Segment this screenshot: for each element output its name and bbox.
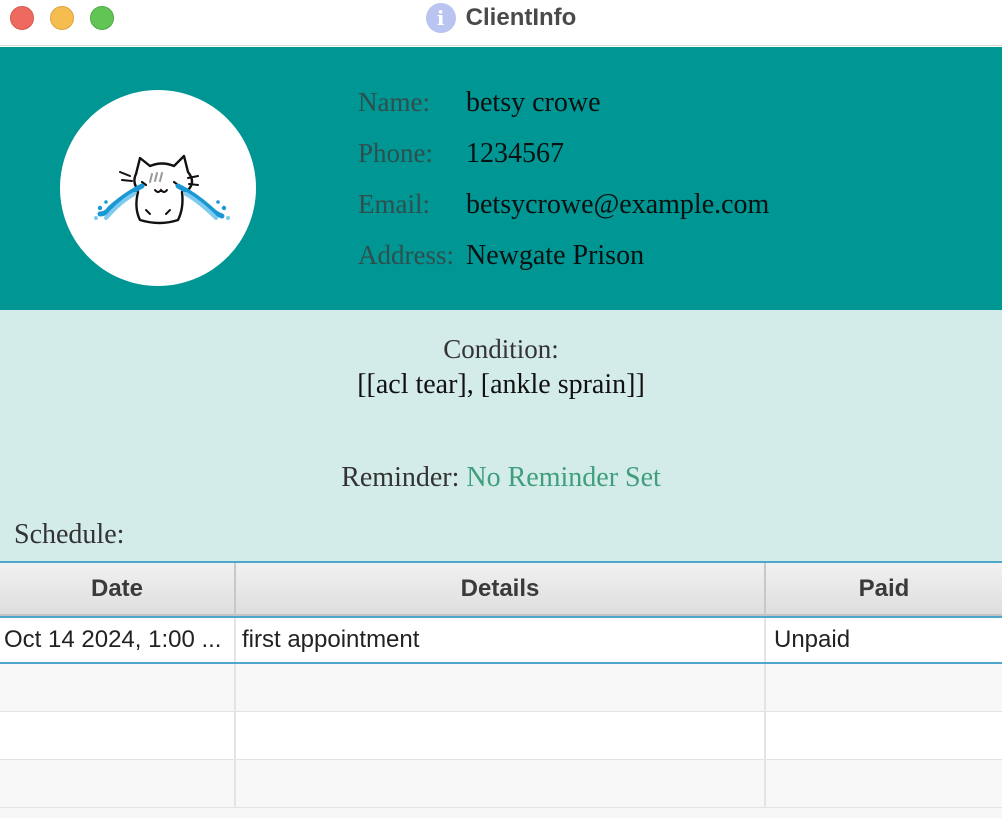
crying-cat-avatar-icon bbox=[60, 90, 256, 286]
empty-cell bbox=[0, 712, 236, 759]
empty-table-row bbox=[0, 712, 1002, 760]
column-header-paid[interactable]: Paid bbox=[766, 563, 1002, 614]
empty-cell bbox=[236, 712, 766, 759]
reminder-label: Reminder: bbox=[341, 462, 460, 493]
phone-value: 1234567 bbox=[466, 138, 564, 169]
address-value: Newgate Prison bbox=[466, 240, 645, 271]
name-label: Name: bbox=[358, 87, 430, 117]
empty-cell bbox=[0, 664, 236, 711]
empty-table-row bbox=[0, 664, 1002, 712]
window-titlebar: i ClientInfo bbox=[0, 0, 1002, 46]
empty-table-row bbox=[0, 760, 1002, 808]
column-header-date[interactable]: Date bbox=[0, 563, 236, 614]
empty-cell bbox=[236, 760, 766, 807]
table-cell-details: first appointment bbox=[236, 618, 766, 662]
table-cell-paid: Unpaid bbox=[774, 626, 851, 653]
phone-label: Phone: bbox=[358, 138, 434, 168]
condition-value: [[acl tear], [ankle sprain]] bbox=[357, 369, 645, 400]
empty-cell bbox=[766, 760, 1002, 807]
empty-cell bbox=[236, 664, 766, 711]
info-icon: i bbox=[425, 3, 456, 33]
empty-cell bbox=[766, 712, 1002, 759]
table-row[interactable]: Oct 14 2024, 1:00 ... first appointment … bbox=[0, 616, 1002, 664]
reminder-value: No Reminder Set bbox=[466, 462, 661, 493]
client-header: Name: betsy crowe Phone: 1234567 Email: … bbox=[0, 47, 1002, 310]
empty-cell bbox=[766, 664, 1002, 711]
table-header: Date Details Paid bbox=[0, 563, 1002, 616]
empty-cell bbox=[0, 760, 236, 807]
email-value: betsycrowe@example.com bbox=[466, 189, 770, 220]
schedule-label: Schedule: bbox=[14, 519, 125, 550]
column-header-details[interactable]: Details bbox=[236, 563, 766, 614]
name-value: betsy crowe bbox=[466, 87, 601, 118]
client-details-panel: Condition: [[acl tear], [ankle sprain]] … bbox=[0, 310, 1002, 561]
address-label: Address: bbox=[358, 240, 454, 270]
window-title: ClientInfo bbox=[465, 4, 577, 31]
schedule-table: Date Details Paid Oct 14 2024, 1:00 ... … bbox=[0, 561, 1002, 818]
condition-label: Condition: bbox=[443, 334, 559, 364]
table-cell-date: Oct 14 2024, 1:00 ... bbox=[0, 618, 236, 662]
email-label: Email: bbox=[358, 189, 430, 219]
window-title-group: i ClientInfo bbox=[0, 2, 1002, 34]
reminder-row: Reminder: No Reminder Set bbox=[0, 462, 1002, 494]
